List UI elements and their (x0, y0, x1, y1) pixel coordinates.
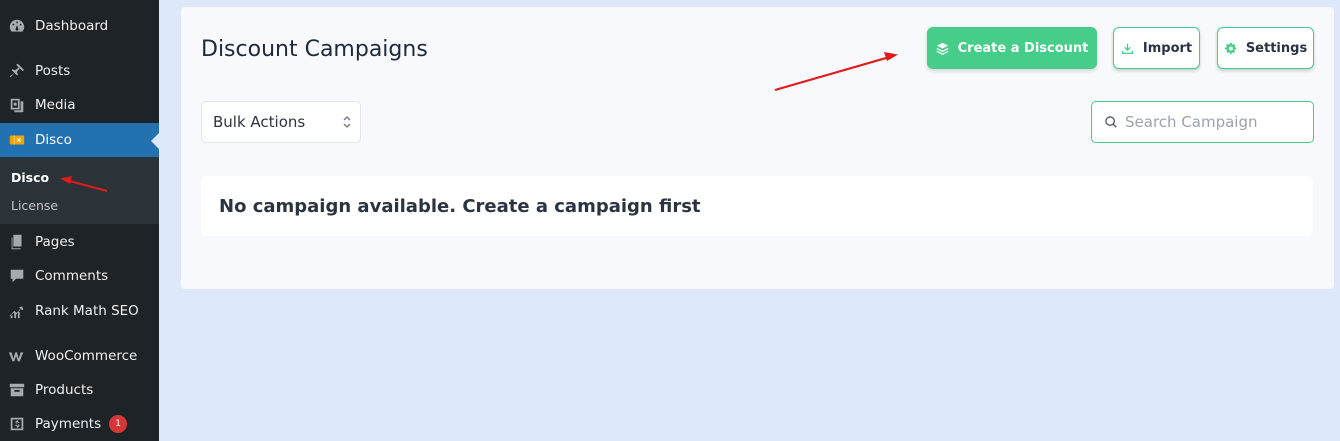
sidebar-item-label: Dashboard (35, 18, 109, 34)
sidebar-item-comments[interactable]: Comments (0, 259, 159, 293)
woocommerce-icon (7, 346, 27, 366)
sidebar-item-payments[interactable]: Payments 1 (0, 407, 159, 441)
disco-icon (7, 130, 27, 150)
import-label: Import (1142, 40, 1193, 56)
submenu-item-disco[interactable]: Disco (11, 170, 49, 185)
sidebar-item-label: Posts (35, 63, 71, 79)
chevron-updown-icon (343, 116, 351, 128)
sidebar-item-posts[interactable]: Posts (0, 54, 159, 88)
sidebar-item-disco[interactable]: Disco (0, 123, 159, 157)
comment-icon (7, 266, 27, 286)
bulk-actions-value: Bulk Actions (213, 113, 306, 131)
sidebar-item-pages[interactable]: Pages (0, 225, 159, 259)
sidebar-item-label: Pages (35, 234, 75, 250)
sidebar-item-media[interactable]: Media (0, 88, 159, 122)
dashboard-icon (7, 16, 27, 36)
layers-icon (936, 42, 949, 55)
settings-label: Settings (1245, 40, 1308, 56)
sidebar-item-label: Disco (35, 132, 72, 148)
bulk-actions-select[interactable]: Bulk Actions (201, 101, 361, 143)
disco-submenu: Disco License (0, 157, 159, 224)
payments-icon (7, 414, 27, 434)
sidebar-item-rank-math-seo[interactable]: Rank Math SEO (0, 294, 159, 328)
submenu-item-license[interactable]: License (11, 198, 58, 213)
sidebar-item-dashboard[interactable]: Dashboard (0, 9, 159, 43)
sidebar-item-woocommerce[interactable]: WooCommerce (0, 339, 159, 373)
download-icon (1121, 43, 1133, 54)
sidebar-item-label: Products (35, 382, 94, 398)
search-input[interactable] (1125, 113, 1305, 131)
sidebar-item-label: Comments (35, 268, 109, 284)
notification-badge: 1 (109, 415, 128, 433)
sidebar-item-products[interactable]: Products (0, 373, 159, 407)
import-button[interactable]: Import (1113, 27, 1200, 69)
search-icon (1105, 116, 1117, 128)
admin-sidebar: Dashboard Posts Media Disco Disco Licens… (0, 0, 159, 441)
empty-state-message: No campaign available. Create a campaign… (219, 195, 701, 217)
active-indicator (151, 133, 159, 149)
create-discount-button[interactable]: Create a Discount (927, 27, 1097, 69)
create-discount-label: Create a Discount (957, 40, 1089, 56)
rankmath-icon (7, 301, 27, 321)
pages-icon (7, 232, 27, 252)
settings-button[interactable]: Settings (1217, 27, 1314, 69)
archive-icon (7, 380, 27, 400)
sidebar-item-label: WooCommerce (35, 348, 138, 364)
search-box (1091, 101, 1314, 143)
media-icon (7, 95, 27, 115)
empty-state: No campaign available. Create a campaign… (201, 176, 1313, 236)
sidebar-item-label: Payments (35, 416, 102, 432)
gear-icon (1224, 42, 1236, 54)
pin-icon (7, 61, 27, 81)
sidebar-item-label: Rank Math SEO (35, 303, 139, 319)
sidebar-item-label: Media (35, 97, 76, 113)
page-title: Discount Campaigns (201, 37, 428, 62)
campaigns-panel: Discount Campaigns Create a Discount Imp… (181, 7, 1334, 289)
